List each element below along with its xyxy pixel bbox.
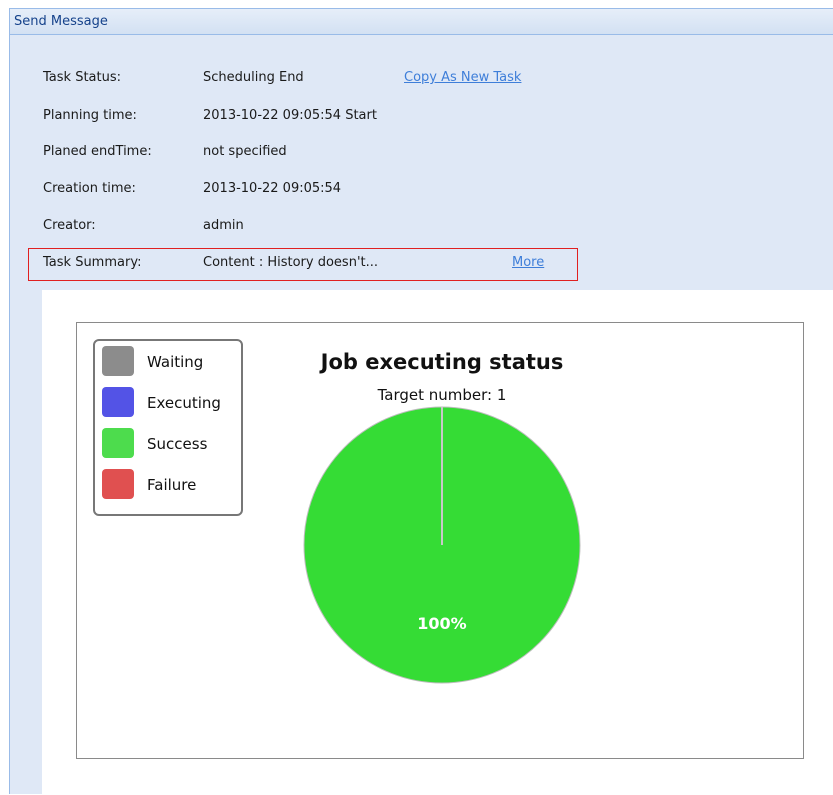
creation-time-value: 2013-10-22 09:05:54 — [203, 181, 342, 196]
copy-as-new-task-link[interactable]: Copy As New Task — [404, 70, 521, 85]
send-message-panel: Send Message Task Status: Scheduling End… — [9, 8, 833, 795]
creator-value: admin — [203, 218, 244, 233]
planned-end-label: Planed endTime: — [43, 144, 152, 159]
chart-title: Job executing status — [319, 350, 564, 374]
legend-label-waiting: Waiting — [147, 353, 203, 371]
planning-time-value: 2013-10-22 09:05:54 Start — [203, 108, 377, 123]
task-status-value: Scheduling End — [203, 70, 304, 85]
pie-plot: 100% — [303, 406, 581, 684]
task-status-label: Task Status: — [43, 70, 121, 85]
planned-end-value: not specified — [203, 144, 287, 159]
panel-title: Send Message — [14, 14, 108, 29]
panel-header: Send Message — [10, 9, 833, 35]
legend-label-failure: Failure — [147, 476, 196, 494]
task-summary-label: Task Summary: — [43, 255, 142, 270]
creator-label: Creator: — [43, 218, 96, 233]
legend-swatch-waiting — [102, 346, 134, 376]
creation-time-label: Creation time: — [43, 181, 136, 196]
task-summary-value: Content : History doesn't... — [203, 255, 379, 270]
job-status-chart: Waiting Executing Success Failure Job execu… — [93, 339, 581, 684]
more-link[interactable]: More — [512, 255, 544, 270]
legend-label-success: Success — [147, 435, 208, 453]
legend-swatch-failure — [102, 469, 134, 499]
chart-subtitle: Target number: 1 — [377, 386, 507, 404]
legend-swatch-success — [102, 428, 134, 458]
planning-time-label: Planning time: — [43, 108, 137, 123]
chart-area: Waiting Executing Success Failure Job execu… — [42, 290, 833, 795]
pie-data-label-success: 100% — [417, 614, 466, 633]
chart-frame: Waiting Executing Success Failure Job execu… — [76, 322, 804, 759]
legend-label-executing: Executing — [147, 394, 221, 412]
legend-swatch-executing — [102, 387, 134, 417]
